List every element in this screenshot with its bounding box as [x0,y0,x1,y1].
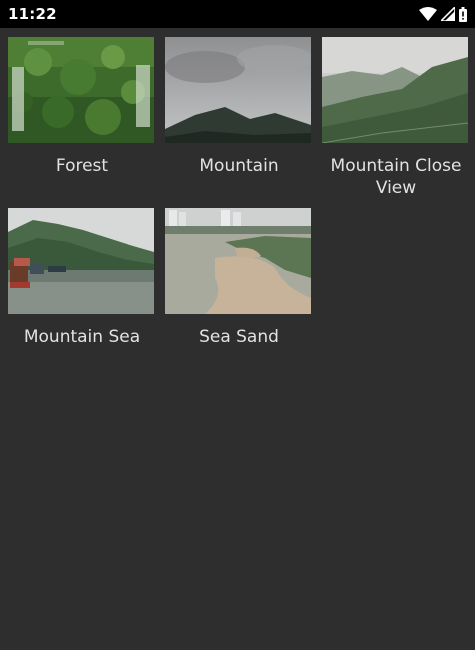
battery-icon [459,6,467,22]
thumbnail-image[interactable] [8,208,154,314]
thumbnail-image[interactable] [322,37,468,143]
thumbnail-caption: Mountain Close View [330,156,462,198]
wifi-icon [419,7,437,21]
thumbnail-image[interactable] [165,37,311,143]
cellular-signal-icon [441,7,455,21]
thumbnail-caption: Sea Sand [199,327,279,347]
thumbnail-caption: Forest [55,156,109,176]
thumbnail-image[interactable] [165,208,311,314]
status-icons [419,6,467,22]
status-time: 11:22 [8,5,57,23]
thumbnail-caption: Mountain Sea [23,327,141,347]
thumbnail-image[interactable] [8,37,154,143]
status-bar: 11:22 [0,0,475,28]
thumbnail-caption: Mountain [199,156,279,176]
